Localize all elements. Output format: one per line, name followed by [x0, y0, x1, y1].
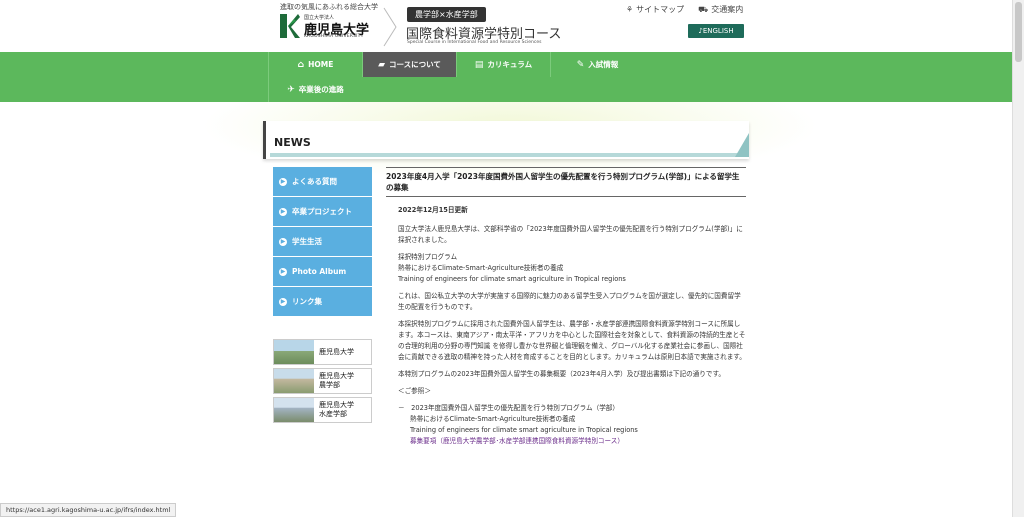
program-name-ja: 熱帯におけるClimate-Smart-Agriculture技術者の養成 [398, 264, 564, 272]
pencil-icon: ✎ [576, 59, 585, 70]
nav-row-secondary: ✈ 卒業後の進路 [268, 77, 738, 102]
nav-item-row1-1[interactable]: ▰ コースについて [362, 52, 456, 77]
scrollbar-thumb[interactable] [1015, 2, 1022, 62]
sidebar-item-label: よくある質問 [292, 177, 337, 186]
arrow-right-icon: ▶ [279, 177, 287, 186]
banner-label-line1: 鹿児島大学 [319, 401, 354, 409]
program-name-en: Training of engineers for climate smart … [398, 275, 626, 283]
campus-photo [274, 340, 314, 364]
sidebar-item-label: 卒業プロジェクト [292, 207, 352, 216]
sitemap-label: サイトマップ [636, 5, 685, 14]
article-body: 2022年12月15日更新 国立大学法人鹿児島大学は、文部科学省の「2023年度… [386, 197, 746, 447]
book-icon: ▤ [474, 59, 484, 70]
sidebar-item-2[interactable]: ▶ 学生生活 [273, 227, 372, 257]
univ-name-en: KAGOSHIMA UNIVERSITY [304, 34, 364, 39]
nav-item-label: カリキュラム [487, 60, 533, 69]
reference-block: － 2023年度国費外国人留学生の優先配置を行う特別プログラム（学部） 熱帯にお… [398, 403, 746, 447]
banner-label: 鹿児島大学 農学部 [314, 372, 354, 390]
sidebar-item-label: リンク集 [292, 297, 322, 306]
reference-heading: ＜ご参照＞ [398, 387, 431, 395]
banner-label-line2: 水産学部 [319, 410, 347, 418]
site-header: 進取の気風にあふれる総合大学 国立大学法人 鹿児島大学 KAGOSHIMA UN… [0, 0, 1012, 52]
article-title: 2023年度4月入学「2023年度国費外国人留学生の優先配置を行う特別プログラム… [386, 167, 746, 197]
article-para-2: 採択特別プログラム 熱帯におけるClimate-Smart-Agricultur… [398, 252, 746, 285]
banner-label: 鹿児島大学 水産学部 [314, 401, 354, 419]
program-label: 採択特別プログラム [398, 253, 458, 261]
sidebar-banners: 鹿児島大学 鹿児島大学 農学部 鹿児島大学 水産学部 [273, 339, 372, 426]
arrow-right-icon: ▶ [279, 267, 287, 276]
sidebar-item-label: Photo Album [292, 267, 347, 276]
faculty-badge: 農学部×水産学部 [407, 7, 486, 22]
home-icon: ⌂ [297, 59, 305, 70]
nav-item-label: HOME [308, 60, 334, 69]
reference-line-3: Training of engineers for climate smart … [410, 426, 638, 434]
article-para-4: 本採択特別プログラムに採用された国費外国人留学生は、農学部・水産学部連携国際食料… [398, 320, 746, 361]
course-subtitle: Special Course in International Food and… [407, 40, 542, 45]
vertical-scrollbar[interactable] [1012, 0, 1024, 517]
sidebar-item-1[interactable]: ▶ 卒業プロジェクト [273, 197, 372, 227]
campus-photo [274, 369, 314, 393]
reference-line-2: 熱帯におけるClimate-Smart-Agriculture技術者の養成 [410, 415, 576, 423]
nav-item-label: コースについて [389, 60, 441, 69]
nav-item-row1-0[interactable]: ⌂ HOME [268, 52, 362, 77]
guideline-link[interactable]: 募集要項（鹿児島大学農学部･水産学部連携国際食料資源学特別コース） [398, 437, 624, 445]
utility-links: ⚘ サイトマップ ⛟ 交通案内 [626, 4, 743, 15]
nav-item-row2-0[interactable]: ✈ 卒業後の進路 [268, 77, 362, 102]
article-para-3: これは、国公私立大学の大学が実施する国際的に魅力のある留学生受入プログラムを国が… [398, 292, 741, 311]
access-link[interactable]: ⛟ 交通案内 [698, 4, 743, 15]
sidebar-item-4[interactable]: ▶ リンク集 [273, 287, 372, 317]
sidebar-item-label: 学生生活 [292, 237, 322, 246]
flag-icon: ▰ [378, 59, 385, 70]
arrow-right-icon: ▶ [279, 207, 287, 216]
main-nav: ⌂ HOME ▰ コースについて ▤ カリキュラム ✎ 入試情報 ✈ 卒業後の進路 [0, 52, 1012, 102]
sidebar-item-3[interactable]: ▶ Photo Album [273, 257, 372, 287]
tagline: 進取の気風にあふれる総合大学 [280, 3, 378, 11]
sidebar-menu: ▶ よくある質問 ▶ 卒業プロジェクト ▶ 学生生活 ▶ Photo Album ▶ リンク集 [273, 167, 372, 317]
access-label: 交通案内 [711, 5, 744, 14]
plane-icon: ✈ [287, 84, 295, 95]
campus-photo [274, 398, 314, 422]
reference-line-1: － 2023年度国費外国人留学生の優先配置を行う特別プログラム（学部） [398, 404, 619, 412]
nav-row-primary: ⌂ HOME ▰ コースについて ▤ カリキュラム ✎ 入試情報 [268, 52, 738, 77]
arrow-right-icon: ▶ [279, 237, 287, 246]
nav-item-label: 卒業後の進路 [298, 85, 344, 94]
banner-label: 鹿児島大学 [314, 348, 354, 357]
nav-item-label: 入試情報 [588, 60, 619, 69]
news-title: NEWS [274, 136, 311, 149]
sidebar-banner-1[interactable]: 鹿児島大学 農学部 [273, 368, 372, 394]
article-date: 2022年12月15日更新 [398, 206, 468, 214]
nav-item-row1-2[interactable]: ▤ カリキュラム [456, 52, 550, 77]
news-banner: NEWS [263, 121, 749, 159]
sidebar-banner-0[interactable]: 鹿児島大学 [273, 339, 372, 365]
kagoshima-logo-icon[interactable] [280, 14, 300, 38]
sidebar-item-0[interactable]: ▶ よくある質問 [273, 167, 372, 197]
news-corner-tip [735, 133, 749, 157]
english-button[interactable]: ♪ENGLISH [688, 24, 744, 38]
car-icon: ⛟ [698, 5, 709, 14]
article-para-1: 国立大学法人鹿児島大学は、文部科学省の「2023年度国費外国人留学生の優先配置を… [398, 225, 743, 244]
arrow-right-icon: ▶ [279, 297, 287, 306]
sitemap-icon: ⚘ [626, 5, 634, 14]
banner-label-line1: 鹿児島大学 [319, 347, 354, 356]
banner-label-line1: 鹿児島大学 [319, 372, 354, 380]
header-divider-chevron-icon [383, 7, 397, 47]
sidebar-banner-2[interactable]: 鹿児島大学 水産学部 [273, 397, 372, 423]
nav-item-row1-3[interactable]: ✎ 入試情報 [550, 52, 644, 77]
article-para-5: 本特別プログラムの2023年国費外国人留学生の募集概要（2023年4月入学）及び… [398, 370, 726, 378]
banner-label-line2: 農学部 [319, 381, 340, 389]
sitemap-link[interactable]: ⚘ サイトマップ [626, 4, 684, 15]
status-bar-url: https://ace1.agri.kagoshima-u.ac.jp/ifrs… [0, 503, 177, 517]
news-stripe [270, 153, 740, 157]
article: 2023年度4月入学「2023年度国費外国人留学生の優先配置を行う特別プログラム… [386, 167, 746, 453]
